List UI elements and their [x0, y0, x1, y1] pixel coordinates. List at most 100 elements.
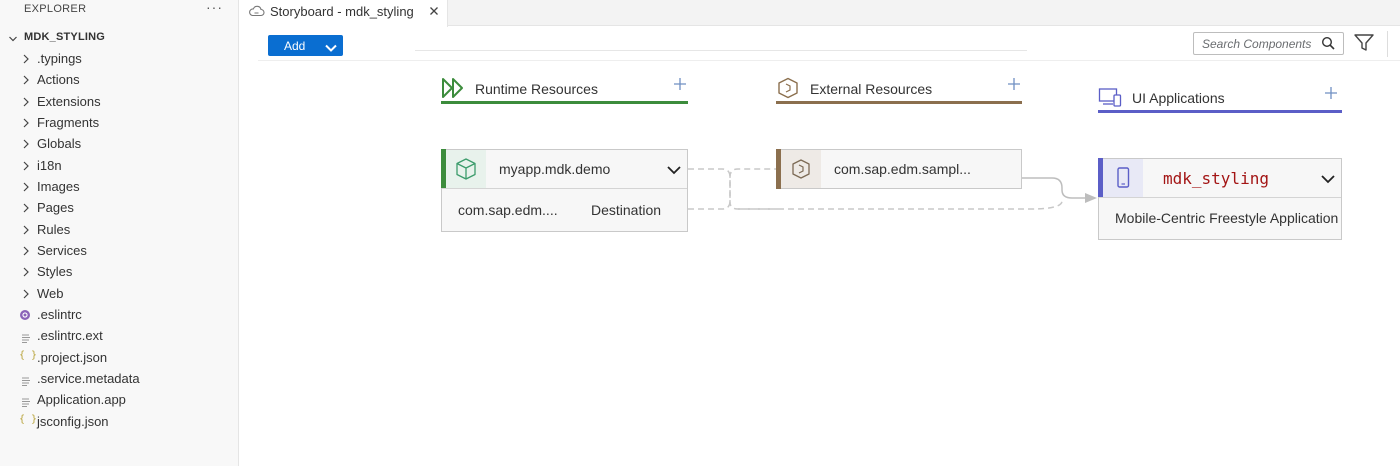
runtime-resources-title: Runtime Resources	[475, 81, 598, 97]
file-lines-icon	[21, 394, 31, 412]
toolbar-divider	[1387, 31, 1388, 57]
file-item[interactable]: Application.app	[0, 389, 238, 410]
folder-label: Actions	[37, 72, 80, 88]
file-item[interactable]: .eslintrc	[0, 304, 238, 325]
runtime-resources-underline	[441, 101, 688, 104]
external-resources-header: External Resources	[776, 77, 1022, 104]
connector-external-ui	[1022, 177, 1086, 199]
file-item[interactable]: .eslintrc.ext	[0, 325, 238, 346]
search-input[interactable]	[1202, 36, 1314, 52]
folder-label: Globals	[37, 136, 82, 152]
chevron-right-icon	[21, 95, 31, 113]
folder-item[interactable]: Styles	[0, 261, 238, 282]
folder-item[interactable]: Services	[0, 240, 238, 261]
card-separator	[442, 188, 687, 189]
add-button-label: Add	[284, 39, 306, 53]
chevron-right-icon	[21, 223, 31, 241]
external-resources-title: External Resources	[810, 81, 933, 97]
folder-label: Fragments	[37, 114, 100, 130]
devices-icon	[1098, 86, 1122, 113]
folder-label: .typings	[37, 51, 82, 66]
chevron-right-icon	[21, 244, 31, 262]
runtime-card-icon-box	[446, 150, 486, 188]
file-label: .project.json	[37, 349, 108, 365]
workspace-root-label: MDK_STYLING	[24, 31, 106, 43]
chevron-right-icon	[21, 73, 31, 91]
folder-label: Rules	[37, 221, 71, 237]
close-icon[interactable]	[428, 4, 440, 22]
external-resource-card[interactable]: com.sap.edm.sampl...	[776, 149, 1022, 189]
search-icon[interactable]	[1321, 36, 1336, 56]
folder-item[interactable]: Actions	[0, 69, 238, 90]
file-label: Application.app	[37, 392, 126, 408]
folder-item[interactable]: .typings	[0, 48, 238, 69]
add-runtime-resource-icon[interactable]	[673, 77, 687, 96]
external-resources-icon	[776, 77, 800, 104]
mobile-phone-icon	[1117, 167, 1130, 188]
explorer-header: EXPLORER ···	[0, 0, 238, 20]
ui-applications-header: UI Applications	[1098, 86, 1342, 113]
workspace-root-folder[interactable]: MDK_STYLING	[0, 29, 238, 47]
folder-item[interactable]: Pages	[0, 197, 238, 218]
folder-label: Services	[37, 242, 87, 258]
chevron-right-icon	[21, 287, 31, 305]
json-braces-icon: { }	[19, 413, 38, 425]
add-button[interactable]: Add	[268, 35, 343, 56]
chevron-right-icon	[21, 180, 31, 198]
chevron-down-icon	[324, 40, 338, 58]
card-separator	[1099, 197, 1341, 198]
file-label: .service.metadata	[37, 370, 140, 386]
chevron-right-icon	[21, 137, 31, 155]
ui-application-card[interactable]: mdk_styling Mobile-Centric Freestyle App…	[1098, 158, 1342, 240]
folder-item[interactable]: Fragments	[0, 112, 238, 133]
folder-item[interactable]: Web	[0, 283, 238, 304]
file-lines-icon	[21, 330, 31, 348]
connector-runtime-ui	[738, 200, 1063, 210]
ui-applications-underline	[1098, 110, 1342, 113]
chevron-right-icon	[21, 201, 31, 219]
folder-label: i18n	[37, 157, 62, 173]
chevron-right-icon	[21, 52, 31, 70]
folder-item[interactable]: i18n	[0, 155, 238, 176]
explorer-sidebar: EXPLORER ··· MDK_STYLING .typings Actions…	[0, 0, 239, 466]
folder-item[interactable]: Extensions	[0, 91, 238, 112]
file-item[interactable]: .service.metadata	[0, 368, 238, 389]
folder-label: Images	[37, 178, 80, 194]
cube-icon	[456, 158, 476, 180]
folder-item[interactable]: Images	[0, 176, 238, 197]
explorer-title: EXPLORER	[24, 3, 87, 15]
ui-card-subtitle: Mobile-Centric Freestyle Application	[1115, 210, 1339, 226]
add-external-resource-icon[interactable]	[1007, 77, 1021, 96]
chevron-right-icon	[21, 265, 31, 283]
tab-storyboard[interactable]: Storyboard - mdk_styling	[240, 0, 448, 27]
file-label: .eslintrc	[37, 306, 82, 322]
runtime-resources-icon	[441, 77, 467, 104]
file-item[interactable]: { } jsconfig.json	[0, 411, 238, 432]
connector-runtime-cross	[688, 168, 778, 210]
file-item[interactable]: { } .project.json	[0, 347, 238, 368]
chevron-right-icon	[21, 159, 31, 177]
folder-label: Extensions	[37, 93, 101, 109]
more-actions-icon[interactable]: ···	[206, 0, 223, 15]
add-ui-application-icon[interactable]	[1324, 86, 1338, 105]
runtime-card-title: myapp.mdk.demo	[499, 161, 611, 177]
json-braces-icon: { }	[19, 349, 38, 361]
runtime-resource-card[interactable]: myapp.mdk.demo com.sap.edm.... Destinati…	[441, 149, 688, 232]
chevron-down-icon[interactable]	[666, 163, 682, 181]
folder-item[interactable]: Globals	[0, 133, 238, 154]
filter-icon[interactable]	[1353, 33, 1375, 58]
ui-card-icon-box	[1103, 159, 1143, 197]
folder-item[interactable]: Rules	[0, 219, 238, 240]
chevron-down-icon	[8, 31, 18, 49]
folder-label: Pages	[37, 200, 74, 216]
runtime-resources-header: Runtime Resources	[441, 77, 688, 104]
storyboard-app: EXPLORER ··· MDK_STYLING .typings Actions…	[0, 0, 1400, 466]
ui-applications-title: UI Applications	[1132, 90, 1225, 106]
search-components-field[interactable]	[1193, 32, 1344, 55]
chevron-down-icon[interactable]	[1320, 172, 1336, 190]
chevron-right-icon	[21, 116, 31, 134]
file-label: .eslintrc.ext	[37, 328, 103, 344]
runtime-card-destination-name: com.sap.edm....	[458, 202, 558, 218]
external-resources-underline	[776, 101, 1022, 104]
file-lines-icon	[21, 373, 31, 391]
